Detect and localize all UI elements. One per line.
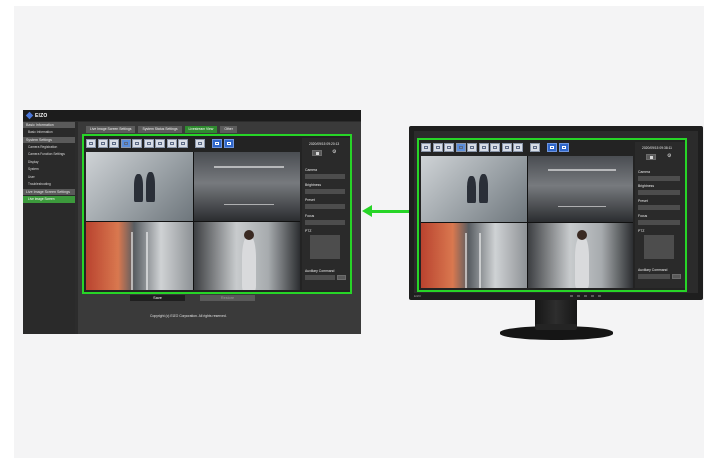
monitor-button[interactable]: [598, 295, 601, 297]
tab-system-status-settings[interactable]: System Status Settings: [138, 126, 182, 133]
monitor-button[interactable]: [577, 295, 580, 297]
sidebar-item-display[interactable]: Display: [23, 159, 75, 167]
tab-other[interactable]: Other: [220, 126, 237, 133]
sidebar: Basic Information Basic Information Syst…: [23, 122, 75, 334]
sidebar-item-user[interactable]: User: [23, 174, 75, 182]
save-button[interactable]: Save: [130, 295, 185, 301]
sidebar-item-live-image-screen[interactable]: Live Image Screen: [23, 195, 75, 203]
sidebar-group-basic-information[interactable]: Basic Information: [23, 122, 75, 129]
copyright-text: Copyright (c) EIZO Corporation. All righ…: [150, 314, 227, 318]
restore-button[interactable]: Restore: [200, 295, 255, 301]
monitor-button[interactable]: [584, 295, 587, 297]
sidebar-item-basic-information[interactable]: Basic Information: [23, 129, 75, 137]
sidebar-item-system[interactable]: System: [23, 166, 75, 174]
sidebar-item-troubleshooting[interactable]: Troubleshooting: [23, 181, 75, 189]
highlight-frame-right: [417, 138, 687, 292]
monitor-buttons: [570, 295, 601, 297]
monitor-stand-joint: [535, 324, 577, 330]
eizo-logo-icon: [25, 111, 34, 120]
monitor-logo: EIZO: [414, 294, 422, 298]
highlight-frame-left: [82, 134, 352, 294]
app-header: EIZO: [23, 110, 361, 121]
logo-text: EIZO: [35, 112, 48, 119]
settings-tabs: Live Image Screen Settings System Status…: [86, 126, 237, 133]
tab-livestream-view[interactable]: Livestream View: [184, 126, 218, 133]
logo: EIZO: [25, 111, 48, 120]
sidebar-group-system-settings[interactable]: System Settings: [23, 136, 75, 144]
sidebar-group-live-image-screen-settings[interactable]: Live Image Screen Settings: [23, 188, 75, 196]
sidebar-item-camera-function-settings[interactable]: Camera Function Settings: [23, 151, 75, 159]
arrow-left-icon: [362, 205, 372, 217]
tab-live-image-screen-settings[interactable]: Live Image Screen Settings: [86, 126, 136, 133]
monitor-button[interactable]: [570, 295, 573, 297]
sidebar-item-camera-registration[interactable]: Camera Registration: [23, 144, 75, 152]
monitor-button[interactable]: [591, 295, 594, 297]
